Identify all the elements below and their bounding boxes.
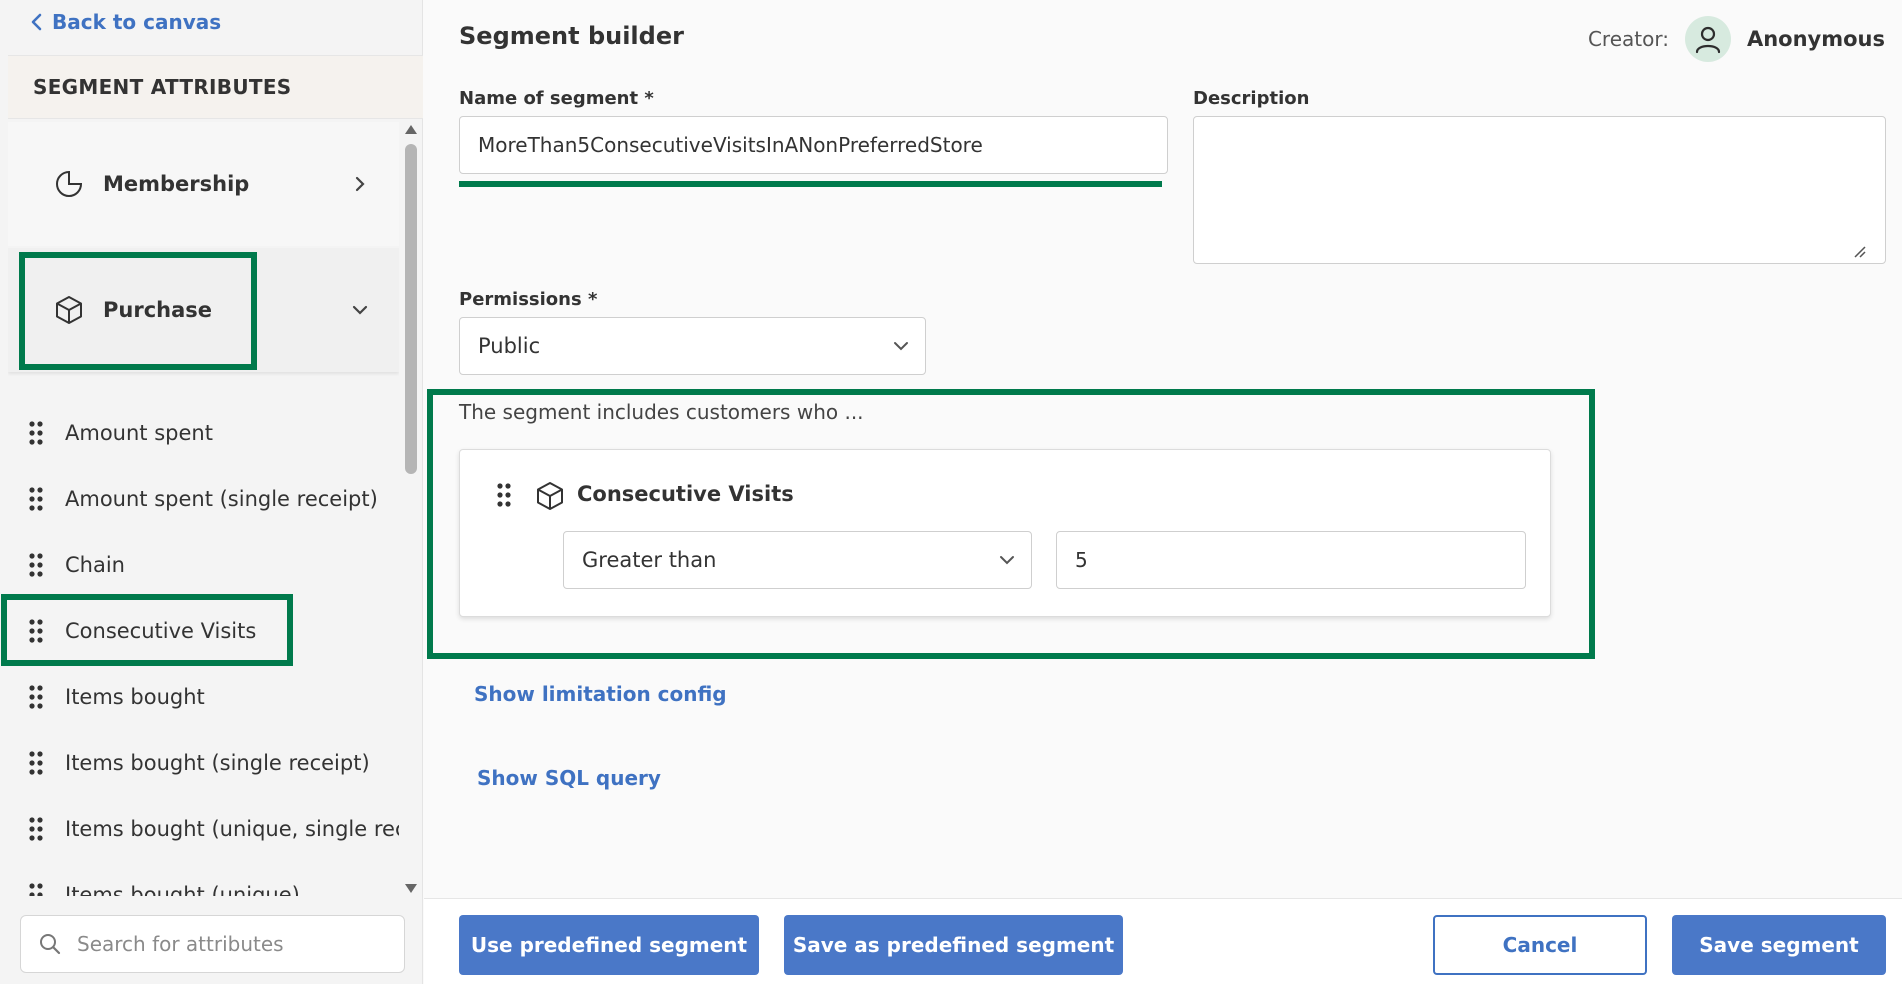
attribute-item-label: Chain [65,553,125,577]
consecutive-visits-highlight-box [1,594,293,666]
rule-operator-select[interactable]: Greater than [563,531,1032,589]
pie-chart-icon [56,170,83,197]
resize-grip-icon[interactable] [1852,244,1866,258]
attribute-list: Membership Purchase Amount spent Amount … [8,122,399,896]
attribute-item[interactable]: Amount spent [8,400,399,466]
attribute-item-label: Items bought (single receipt) [65,751,370,775]
segment-name-label: Name of segment * [459,88,654,109]
chevron-left-icon [31,13,42,31]
chevron-down-icon [894,342,908,351]
creator-info: Creator: Anonymous [1588,16,1885,62]
sidebar: Back to canvas SEGMENT ATTRIBUTES Member… [0,0,423,984]
back-to-canvas-link[interactable]: Back to canvas [30,10,221,34]
show-limitation-config-link[interactable]: Show limitation config [474,682,727,706]
permissions-label: Permissions * [459,289,598,310]
attribute-item[interactable]: Items bought (single receipt) [8,730,399,796]
use-predefined-segment-button[interactable]: Use predefined segment [459,915,759,975]
attribute-item[interactable]: Amount spent (single receipt) [8,466,399,532]
rule-title: Consecutive Visits [577,482,794,506]
rule-value-input[interactable] [1056,531,1526,589]
search-icon [40,934,61,955]
sidebar-scrollbar[interactable] [401,122,421,896]
user-icon [1695,26,1721,54]
attribute-item[interactable]: Items bought (unique) [8,862,399,896]
rules-intro-text: The segment includes customers who ... [459,400,864,424]
group-membership-label: Membership [103,172,250,196]
scrollbar-thumb[interactable] [405,144,417,474]
chevron-down-icon [352,305,368,315]
drag-handle-icon [29,817,43,841]
description-label: Description [1193,88,1310,109]
segment-name-input[interactable] [459,116,1168,174]
drag-handle-icon [29,883,43,896]
back-to-canvas-label: Back to canvas [52,10,222,34]
description-textarea[interactable] [1193,116,1886,264]
permissions-value: Public [478,334,541,358]
drag-handle-icon[interactable] [496,482,512,508]
scroll-down-arrow-icon[interactable] [405,884,417,894]
creator-name: Anonymous [1746,27,1885,51]
attribute-item-label: Amount spent (single receipt) [65,487,378,511]
attribute-search-box[interactable] [20,915,405,973]
attribute-item-label: Items bought [65,685,205,709]
purchase-highlight-box [19,252,257,370]
attribute-item[interactable]: Items bought [8,664,399,730]
scroll-up-arrow-icon[interactable] [405,124,417,134]
attribute-item-label: Items bought (unique) [65,883,300,896]
segment-name-highlight-underline [459,181,1162,187]
group-purchase[interactable]: Purchase [8,248,399,372]
creator-label: Creator: [1587,27,1669,51]
drag-handle-icon [29,487,43,511]
drag-handle-icon [29,751,43,775]
save-as-predefined-segment-button[interactable]: Save as predefined segment [784,915,1123,975]
group-membership[interactable]: Membership [8,122,399,246]
attribute-item-label: Items bought (unique, single receipt) [65,817,399,841]
search-input[interactable] [77,924,387,964]
rule-card: Consecutive Visits Greater than [459,449,1551,617]
box-icon [537,482,563,510]
drag-handle-icon [29,553,43,577]
attribute-item[interactable]: Items bought (unique, single receipt) [8,796,399,862]
segment-attributes-heading: SEGMENT ATTRIBUTES [8,55,423,119]
drag-handle-icon [29,421,43,445]
show-sql-query-link[interactable]: Show SQL query [477,766,661,790]
permissions-select[interactable]: Public [459,317,926,375]
save-segment-button[interactable]: Save segment [1672,915,1886,975]
chevron-right-icon [355,176,365,192]
attribute-item-label: Amount spent [65,421,213,445]
avatar [1684,16,1731,62]
drag-handle-icon [29,685,43,709]
chevron-down-icon [1000,556,1014,565]
cancel-button[interactable]: Cancel [1433,915,1647,975]
attribute-item[interactable]: Chain [8,532,399,598]
rule-operator-value: Greater than [582,548,717,572]
page-title: Segment builder [459,22,684,50]
